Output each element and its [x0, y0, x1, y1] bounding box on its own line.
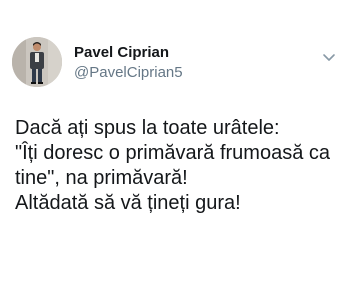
- avatar-photo: [12, 37, 62, 87]
- tweet-line: Dacă ați spus la toate urâtele:: [15, 117, 280, 139]
- chevron-down-icon[interactable]: [322, 50, 336, 61]
- author-handle[interactable]: @PavelCiprian5: [74, 64, 183, 82]
- tweet-text: Dacă ați spus la toate urâtele: "Îți dor…: [15, 116, 345, 216]
- avatar[interactable]: [12, 37, 62, 87]
- tweet-line: tine", na primăvară!: [15, 167, 188, 189]
- author-name[interactable]: Pavel Ciprian: [74, 44, 169, 62]
- tweet-line: "Îți doresc o primăvară frumoasă ca: [15, 142, 330, 164]
- tweet-line: Altădată să vă țineți gura!: [15, 192, 241, 214]
- tweet-card: Pavel Ciprian @PavelCiprian5 Dacă ați sp…: [0, 0, 350, 281]
